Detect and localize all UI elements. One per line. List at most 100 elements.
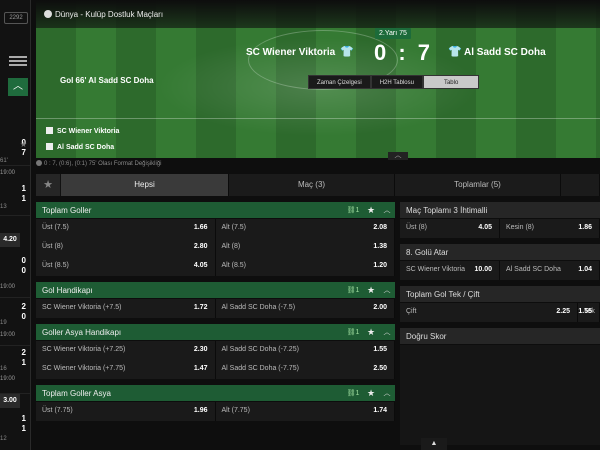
market-row: Çift 2.25 Tek 1.55: [400, 303, 600, 322]
tab-table[interactable]: Tablo: [422, 75, 480, 89]
live-match-item[interactable]: 1 1 12: [0, 412, 30, 450]
odd-cell[interactable]: Al Sadd SC Doha (-7.5) 2.00: [215, 299, 395, 318]
odd-button[interactable]: 3.00: [0, 394, 20, 408]
chevron-up-icon[interactable]: ︿: [379, 385, 395, 402]
bet-count-badge[interactable]: 2292: [4, 12, 28, 24]
correct-score-area: [400, 345, 600, 445]
star-icon[interactable]: ★: [363, 385, 379, 402]
chevron-up-icon[interactable]: ︿: [379, 202, 395, 219]
competition-title: Dünya - Kulüp Dostluk Maçları: [55, 10, 164, 19]
odd-cell[interactable]: SC Wiener Viktoria (+7.25) 2.30: [36, 341, 216, 360]
score-a: 2: [21, 348, 26, 357]
odd-button[interactable]: 4.20: [0, 233, 20, 247]
odd-cell[interactable]: Al Sadd SC Doha 1.04: [500, 261, 600, 280]
market-header[interactable]: 8. Golü Atar: [400, 244, 600, 261]
live-match-item[interactable]: 2 0 19 19:00: [0, 298, 30, 346]
market-header[interactable]: Toplam Gol Tek / Çift: [400, 286, 600, 303]
market-header[interactable]: Toplam Goller ⛓1 ★ ︿: [36, 202, 395, 219]
time: 19:00: [0, 284, 16, 290]
odd-cell[interactable]: Al Sadd SC Doha (-7.25) 1.55: [215, 341, 395, 360]
collapse-chevron-icon[interactable]: ︿: [388, 152, 408, 160]
chevron-up-icon[interactable]: ︿: [379, 282, 395, 299]
tab-more[interactable]: [561, 174, 600, 196]
minute: 16: [0, 366, 7, 372]
link-count: ⛓1: [346, 207, 360, 214]
star-icon[interactable]: ★: [363, 324, 379, 341]
odd-cell[interactable]: Çift 2.25: [400, 303, 578, 322]
minute: 61': [0, 158, 8, 164]
tab-totals[interactable]: Toplamlar (5): [395, 174, 561, 196]
odd-cell[interactable]: Üst (8) 4.05: [400, 219, 500, 238]
market-row: Üst (8) 2.80 Alt (8) 1.38: [36, 238, 395, 257]
odd-cell[interactable]: SC Wiener Viktoria (+7.75) 1.47: [36, 360, 216, 379]
market-title: Toplam Goller Asya: [42, 389, 111, 398]
odd-cell[interactable]: Alt (8) 1.38: [215, 238, 395, 257]
tab-timeline[interactable]: Zaman Çizelgesi: [308, 75, 371, 89]
market-row: SC Wiener Viktoria (+7.25) 2.30 Al Sadd S…: [36, 341, 395, 360]
scroll-up-icon[interactable]: ▲: [421, 438, 447, 450]
tab-match[interactable]: Maç (3): [229, 174, 395, 196]
right-market-column: Maç Toplamı 3 İhtimalli Üst (8) 4.05 Kesi…: [400, 202, 600, 445]
match-score: 0 : 7: [374, 40, 434, 65]
score-b: 1: [21, 358, 26, 367]
away-team-name: Al Sadd SC Doha: [464, 47, 546, 58]
score-b: 0: [21, 312, 26, 321]
link-count: ⛓1: [346, 390, 360, 397]
star-icon[interactable]: ★: [20, 140, 27, 149]
odd-cell[interactable]: SC Wiener Viktoria 10.00: [400, 261, 500, 280]
odd-cell[interactable]: Alt (8.5) 1.20: [215, 257, 395, 276]
match-info-line: 0 : 7, (0:6), (0:1) 75' Olası Format Değ…: [44, 161, 162, 167]
score-b: 7: [21, 148, 26, 157]
market-header[interactable]: Goller Asya Handikapı ⛓1 ★ ︿: [36, 324, 395, 341]
odd-cell[interactable]: Üst (8) 2.80: [36, 238, 216, 257]
lineup-away-team: Al Sadd SC Doha: [57, 144, 115, 151]
market-title: Gol Handikapı: [42, 286, 93, 295]
odd-cell[interactable]: Üst (7.5) 1.66: [36, 219, 216, 238]
chevron-up-icon[interactable]: ︿: [8, 78, 28, 96]
score-a: 2: [21, 302, 26, 311]
odd-cell[interactable]: Tek 1.55: [578, 303, 600, 322]
link-count: ⛓1: [346, 329, 360, 336]
home-jersey-icon: 👕: [340, 46, 354, 58]
market-header[interactable]: Gol Handikapı ⛓1 ★ ︿: [36, 282, 395, 299]
market-row: Üst (8.5) 4.05 Alt (8.5) 1.20: [36, 257, 395, 276]
pitch-line: [36, 118, 600, 119]
chevron-up-icon[interactable]: ︿: [379, 324, 395, 341]
market-row: SC Wiener Viktoria (+7.75) 1.47 Al Sadd S…: [36, 360, 395, 379]
odd-cell[interactable]: Alt (7.75) 1.74: [215, 402, 395, 421]
market-row: SC Wiener Viktoria (+7.5) 1.72 Al Sadd SC…: [36, 299, 395, 318]
score-a: 1: [21, 184, 26, 193]
live-match-item[interactable]: 0 7 61' ★: [0, 118, 30, 166]
live-match-item[interactable]: 0 0 19:00: [0, 250, 30, 298]
tab-h2h[interactable]: H2H Tablosu: [370, 75, 423, 89]
market-header[interactable]: Doğru Skor: [400, 328, 600, 345]
menu-icon[interactable]: [9, 54, 27, 68]
away-shirt-icon: [46, 143, 53, 150]
favorites-star-icon[interactable]: ★: [36, 174, 61, 196]
odd-cell[interactable]: Üst (7.75) 1.96: [36, 402, 216, 421]
match-header: Dünya - Kulüp Dostluk Maçları 2.Yarı 75 …: [36, 0, 600, 160]
odd-cell[interactable]: Al Sadd SC Doha (-7.75) 2.50: [215, 360, 395, 379]
live-match-item[interactable]: 2 1 16 19:00: [0, 346, 30, 394]
odd-cell[interactable]: Kesin (8) 1.86: [500, 219, 600, 238]
odd-cell[interactable]: Alt (7.5) 2.08: [215, 219, 395, 238]
score-a: 1: [21, 414, 26, 423]
star-icon[interactable]: ★: [363, 282, 379, 299]
left-market-column: Toplam Goller ⛓1 ★ ︿ Üst (7.5) 1.66 Alt (…: [36, 202, 395, 421]
market-row: Üst (7.75) 1.96 Alt (7.75) 1.74: [36, 402, 395, 421]
score-b: 1: [21, 194, 26, 203]
home-team-name: SC Wiener Viktoria: [246, 47, 336, 58]
odd-cell[interactable]: Üst (8.5) 4.05: [36, 257, 216, 276]
market-header[interactable]: Maç Toplamı 3 İhtimalli: [400, 202, 600, 219]
football-icon: [44, 10, 52, 18]
tab-all[interactable]: Hepsi: [61, 174, 229, 196]
time: 19:00: [0, 332, 16, 338]
star-icon[interactable]: ★: [363, 202, 379, 219]
live-match-item[interactable]: 19:00 1 1 13: [0, 168, 30, 216]
market-row: Üst (8) 4.05 Kesin (8) 1.86: [400, 219, 600, 238]
time: 19:00: [0, 376, 16, 382]
odd-cell[interactable]: SC Wiener Viktoria (+7.5) 1.72: [36, 299, 216, 318]
market-header[interactable]: Toplam Goller Asya ⛓1 ★ ︿: [36, 385, 395, 402]
last-goal-info: Gol 66' Al Sadd SC Doha: [60, 76, 154, 85]
minute: 13: [0, 204, 7, 210]
